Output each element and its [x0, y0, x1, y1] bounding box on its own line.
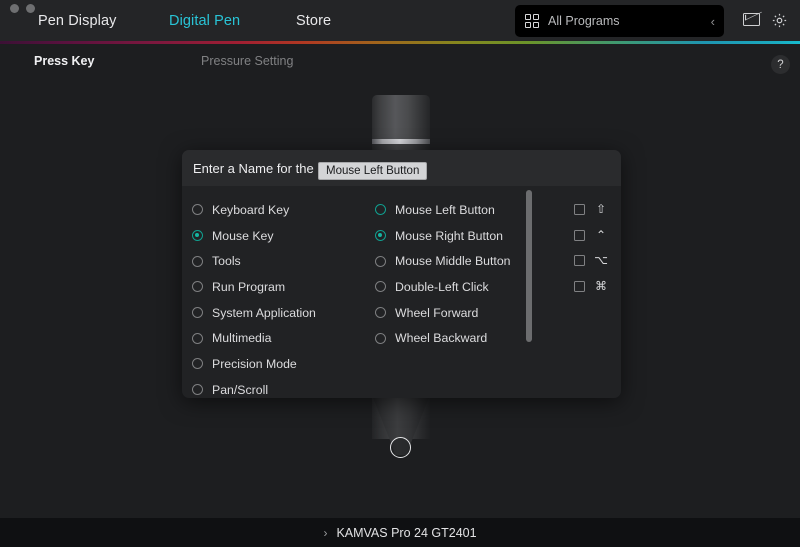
- option-label: Mouse Right Button: [395, 228, 504, 243]
- category-label: Multimedia: [212, 331, 272, 346]
- modifier-checkbox-command[interactable]: [574, 281, 585, 293]
- pen-nib-hotspot[interactable]: [390, 437, 411, 458]
- modifier-checkbox-shift[interactable]: [574, 204, 585, 215]
- modifier-checkbox-option[interactable]: [574, 255, 585, 267]
- radio-icon[interactable]: [375, 230, 386, 242]
- pen-barrel-top: [372, 95, 430, 143]
- option-item-mouse-middle-button[interactable]: Mouse Middle Button ⌥: [367, 248, 621, 274]
- radio-icon[interactable]: [192, 358, 203, 370]
- category-item-multimedia[interactable]: Multimedia: [182, 325, 349, 351]
- option-label: Wheel Forward: [395, 305, 479, 320]
- window-controls: [10, 4, 35, 13]
- chevron-right-icon: ›: [323, 525, 328, 540]
- tooltip: Mouse Left Button: [318, 162, 428, 180]
- device-name: KAMVAS Pro 24 GT2401: [336, 525, 477, 540]
- subnav-item-press-key[interactable]: Press Key: [34, 54, 94, 68]
- option-item-double-left-click[interactable]: Double-Left Click ⌘: [367, 274, 621, 300]
- app-window: Pen Display Digital Pen Store All Progra…: [0, 0, 800, 547]
- command-icon: ⌘: [595, 279, 607, 294]
- category-label: Run Program: [212, 279, 286, 294]
- device-status-bar: › KAMVAS Pro 24 GT2401: [0, 518, 800, 547]
- dialog-body: Keyboard Key Mouse Key Tools Run Program…: [182, 186, 621, 398]
- radio-icon[interactable]: [192, 384, 203, 396]
- category-item-pan-scroll[interactable]: Pan/Scroll: [182, 377, 349, 398]
- option-item-wheel-backward[interactable]: Wheel Backward: [367, 325, 621, 351]
- radio-icon[interactable]: [192, 204, 203, 216]
- option-label: Mouse Left Button: [395, 202, 495, 217]
- category-list: Keyboard Key Mouse Key Tools Run Program…: [182, 186, 349, 398]
- radio-icon[interactable]: [192, 307, 203, 319]
- category-label: System Application: [212, 305, 316, 320]
- option-label: Mouse Middle Button: [395, 254, 511, 269]
- help-icon[interactable]: ?: [771, 55, 790, 74]
- shift-icon: ⇧: [595, 202, 607, 216]
- scrollbar-thumb[interactable]: [525, 190, 532, 342]
- category-item-keyboard-key[interactable]: Keyboard Key: [182, 197, 349, 223]
- dialog-title: Enter a Name for the K: [193, 160, 326, 176]
- option-item-wheel-forward[interactable]: Wheel Forward: [367, 300, 621, 326]
- radio-icon[interactable]: [192, 230, 203, 242]
- radio-icon[interactable]: [192, 281, 203, 293]
- option-key-icon: ⌥: [594, 253, 608, 268]
- category-label: Pan/Scroll: [212, 382, 269, 397]
- program-selector[interactable]: All Programs ‹: [515, 5, 724, 37]
- radio-icon[interactable]: [192, 332, 203, 344]
- radio-icon[interactable]: [192, 255, 203, 267]
- category-item-mouse-key[interactable]: Mouse Key: [182, 223, 349, 249]
- topnav-item-digital-pen[interactable]: Digital Pen: [163, 13, 246, 29]
- option-label: Wheel Backward: [395, 331, 488, 346]
- option-label: Double-Left Click: [395, 279, 489, 294]
- device-selector[interactable]: › KAMVAS Pro 24 GT2401: [323, 526, 476, 540]
- mouse-key-option-list: Mouse Left Button ⇧ Mouse Right Button ⌃…: [367, 186, 621, 398]
- option-item-mouse-right-button[interactable]: Mouse Right Button ⌃: [367, 223, 621, 249]
- modifier-checkbox-control[interactable]: [574, 229, 585, 241]
- category-item-system-application[interactable]: System Application: [182, 300, 349, 326]
- radio-icon[interactable]: [375, 281, 386, 293]
- mail-icon[interactable]: [743, 13, 760, 26]
- radio-icon[interactable]: [375, 204, 386, 216]
- category-item-precision-mode[interactable]: Precision Mode: [182, 351, 349, 377]
- key-assignment-dialog: Enter a Name for the K Keyboard Key Mous…: [182, 150, 621, 398]
- radio-icon[interactable]: [375, 332, 386, 344]
- category-item-tools[interactable]: Tools: [182, 248, 349, 274]
- category-list-scrollbar[interactable]: [525, 186, 532, 398]
- category-label: Tools: [212, 254, 241, 269]
- sub-nav: Press Key Pressure Setting: [0, 43, 800, 81]
- window-dot-minimize[interactable]: [26, 4, 35, 13]
- category-label: Keyboard Key: [212, 202, 290, 217]
- option-item-mouse-left-button[interactable]: Mouse Left Button ⇧: [367, 197, 621, 223]
- gear-icon[interactable]: [771, 12, 788, 29]
- category-label: Precision Mode: [212, 356, 297, 371]
- program-selector-label: All Programs: [548, 14, 620, 28]
- subnav-item-pressure-setting[interactable]: Pressure Setting: [201, 54, 293, 68]
- grid-icon: [525, 14, 539, 28]
- radio-icon[interactable]: [375, 307, 386, 319]
- category-item-run-program[interactable]: Run Program: [182, 274, 349, 300]
- chevron-left-icon: ‹: [710, 13, 715, 29]
- control-icon: ⌃: [595, 227, 607, 242]
- category-label: Mouse Key: [212, 228, 274, 243]
- topnav-item-store[interactable]: Store: [290, 13, 337, 29]
- radio-icon[interactable]: [375, 255, 386, 267]
- window-dot-close[interactable]: [10, 4, 19, 13]
- topnav-item-pen-display[interactable]: Pen Display: [32, 13, 122, 29]
- top-bar: Pen Display Digital Pen Store All Progra…: [0, 0, 800, 41]
